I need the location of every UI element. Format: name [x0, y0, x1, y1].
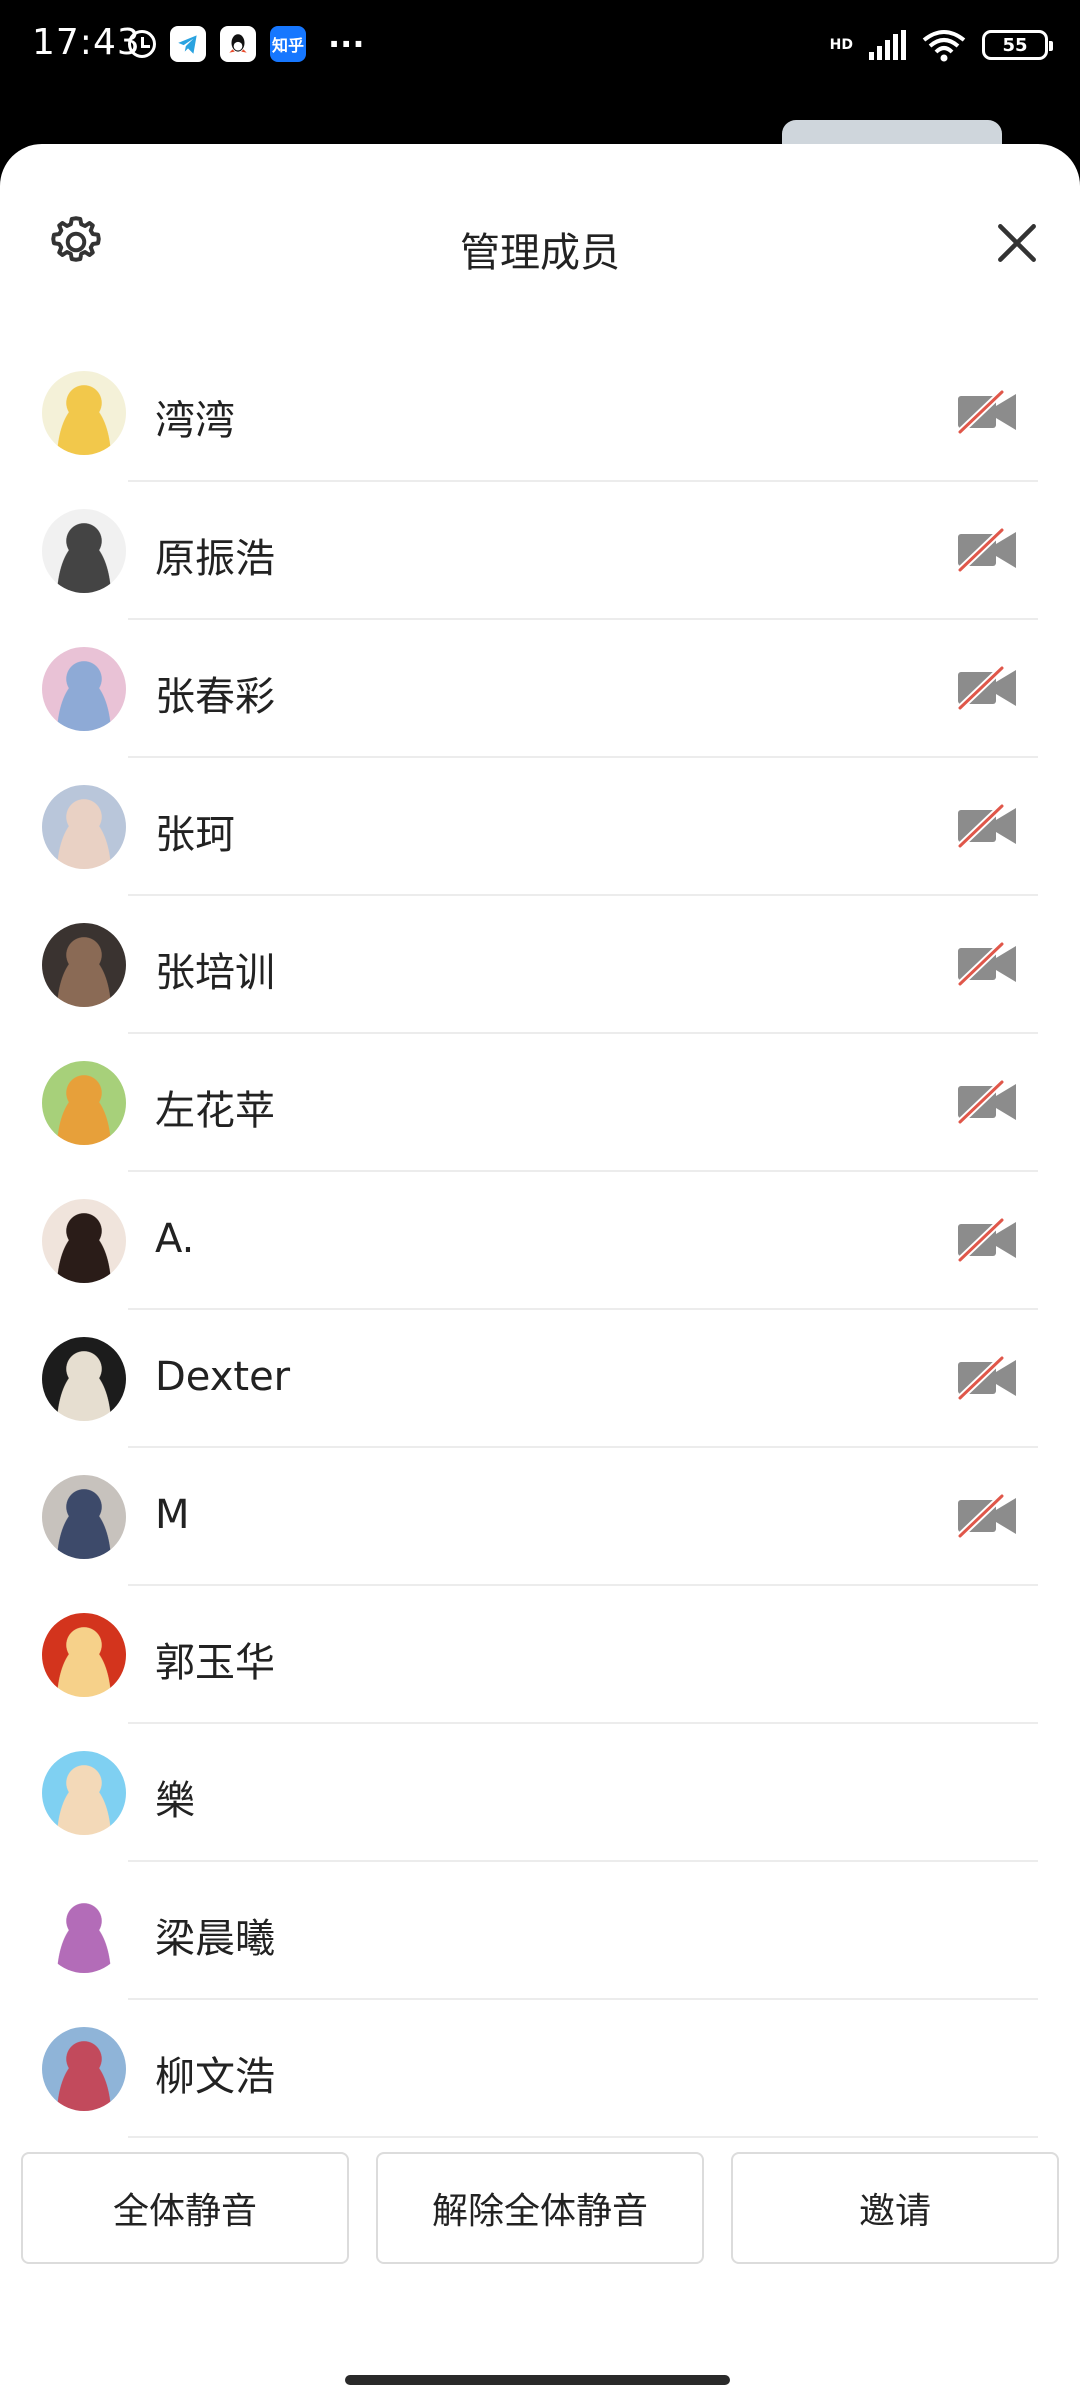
member-name: Dexter	[155, 1354, 291, 1400]
member-row[interactable]: 张珂	[0, 758, 1080, 896]
member-row[interactable]: 郭玉华	[0, 1586, 1080, 1724]
member-row[interactable]: 柳文浩	[0, 2000, 1080, 2138]
camera-off-icon[interactable]	[956, 662, 1018, 714]
member-row[interactable]: 张春彩	[0, 620, 1080, 758]
member-row[interactable]: Dexter	[0, 1310, 1080, 1448]
status-system-icons: HD 55	[829, 28, 1053, 62]
camera-off-icon[interactable]	[956, 1352, 1018, 1404]
avatar	[42, 1475, 126, 1559]
avatar	[42, 1199, 126, 1283]
action-bar: 全体静音 解除全体静音 邀请	[21, 2152, 1059, 2268]
member-name: M	[155, 1492, 190, 1538]
mute-all-button[interactable]: 全体静音	[21, 2152, 349, 2264]
avatar	[42, 2027, 126, 2111]
member-row[interactable]: 原振浩	[0, 482, 1080, 620]
member-row[interactable]: 樂	[0, 1724, 1080, 1862]
member-name: 湾湾	[155, 398, 235, 444]
row-divider	[128, 2136, 1038, 2138]
more-notifications-icon: ···	[328, 25, 365, 63]
manage-members-sheet: 管理成员 湾湾原振浩张春彩张珂张培训左花苹 A. Dexter M 郭玉华樂梁晨曦柳文浩…	[0, 144, 1080, 2401]
battery-icon: 55	[982, 30, 1053, 60]
member-row[interactable]: 湾湾	[0, 344, 1080, 482]
member-name: 张春彩	[155, 674, 275, 720]
close-icon[interactable]	[992, 218, 1042, 268]
avatar	[42, 1613, 126, 1697]
status-bar: 17:43 知乎 ··· HD 55	[0, 0, 1080, 100]
invite-button[interactable]: 邀请	[731, 2152, 1059, 2264]
avatar	[42, 647, 126, 731]
status-app-icons: 知乎 ···	[128, 26, 364, 62]
member-row[interactable]: 左花苹	[0, 1034, 1080, 1172]
member-name: A.	[155, 1216, 195, 1262]
camera-off-icon[interactable]	[956, 1490, 1018, 1542]
camera-off-icon[interactable]	[956, 800, 1018, 852]
avatar	[42, 1751, 126, 1835]
avatar	[42, 1337, 126, 1421]
network-type: HD	[829, 37, 853, 53]
avatar	[42, 923, 126, 1007]
member-row[interactable]: M	[0, 1448, 1080, 1586]
member-row[interactable]: 张培训	[0, 896, 1080, 1034]
sheet-header: 管理成员	[0, 144, 1080, 344]
signal-icon	[869, 30, 906, 60]
avatar	[42, 1061, 126, 1145]
unmute-all-button[interactable]: 解除全体静音	[376, 2152, 704, 2264]
avatar	[42, 371, 126, 455]
home-indicator	[345, 2375, 730, 2385]
member-row[interactable]: 梁晨曦	[0, 1862, 1080, 2000]
qq-icon	[220, 26, 256, 62]
member-name: 原振浩	[155, 536, 275, 582]
zhihu-icon: 知乎	[270, 26, 306, 62]
member-name: 梁晨曦	[155, 1916, 275, 1962]
avatar	[42, 1889, 126, 1973]
camera-off-icon[interactable]	[956, 938, 1018, 990]
page-title: 管理成员	[460, 230, 620, 276]
wifi-icon	[922, 30, 966, 62]
status-time: 17:43	[32, 22, 141, 63]
alarm-icon	[128, 30, 156, 58]
camera-off-icon[interactable]	[956, 524, 1018, 576]
camera-off-icon[interactable]	[956, 1214, 1018, 1266]
member-name: 张珂	[155, 812, 235, 858]
member-list: 湾湾原振浩张春彩张珂张培训左花苹 A. Dexter M 郭玉华樂梁晨曦柳文浩	[0, 344, 1080, 2138]
telegram-icon	[170, 26, 206, 62]
member-name: 张培训	[155, 950, 275, 996]
avatar	[42, 785, 126, 869]
camera-off-icon[interactable]	[956, 386, 1018, 438]
member-row[interactable]: A.	[0, 1172, 1080, 1310]
member-name: 左花苹	[155, 1088, 275, 1134]
member-name: 柳文浩	[155, 2054, 275, 2100]
member-name: 郭玉华	[155, 1640, 275, 1686]
member-name: 樂	[155, 1778, 195, 1824]
avatar	[42, 509, 126, 593]
camera-off-icon[interactable]	[956, 1076, 1018, 1128]
